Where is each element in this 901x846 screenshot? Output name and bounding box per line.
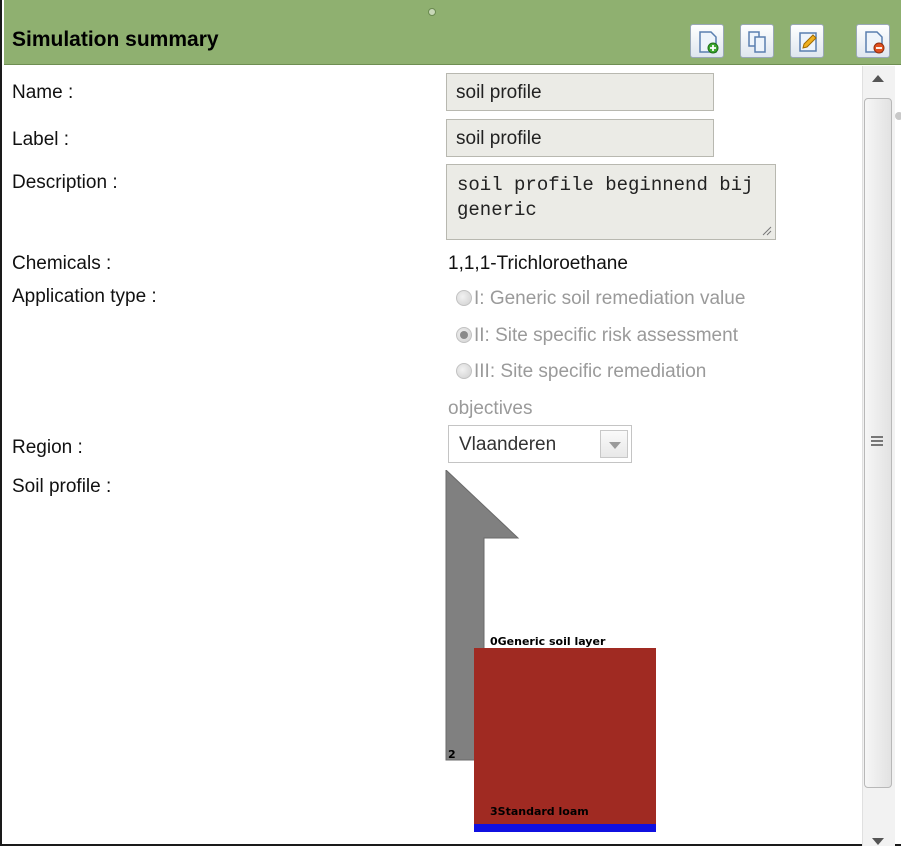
side-handle-icon[interactable]: [895, 112, 901, 120]
water-layer: [474, 824, 656, 832]
label-label: Label :: [12, 129, 70, 150]
scroll-up-icon[interactable]: [872, 75, 884, 82]
resize-handle-icon[interactable]: [428, 8, 436, 16]
region-selected-value: Vlaanderen: [459, 434, 557, 455]
bottom-layer-label: 3Standard loam: [490, 805, 589, 818]
soil-layer: [474, 648, 656, 824]
chemicals-label: Chemicals :: [12, 253, 112, 274]
scroll-down-icon[interactable]: [872, 838, 884, 845]
application-option-site-risk[interactable]: II: Site specific risk assessment: [456, 325, 738, 347]
region-label: Region :: [12, 437, 83, 458]
radio-label-continuation: objectives: [448, 398, 533, 419]
simulation-summary-panel: Simulation summary Name: soil profile L…: [0, 0, 901, 846]
radio-label: II: Site specific risk assessment: [474, 325, 738, 346]
description-textarea[interactable]: soil profile beginnend bij generic: [446, 164, 776, 240]
application-type-label: Application type :: [12, 286, 157, 307]
edit-button[interactable]: [790, 24, 824, 58]
chemicals-value: 1,1,1-Trichloroethane: [448, 253, 628, 274]
edit-document-icon: [799, 32, 817, 52]
radio-label: III: Site specific remediation: [474, 361, 707, 382]
delete-button[interactable]: [856, 24, 890, 58]
delete-document-icon: [865, 31, 885, 54]
add-document-icon: [699, 31, 719, 54]
region-select[interactable]: Vlaanderen: [448, 425, 632, 463]
soil-profile-diagram: 0Generic soil layer 2 3Standard loam: [445, 470, 656, 832]
name-field[interactable]: soil profile: [446, 73, 714, 111]
soil-profile-label: Soil profile :: [12, 476, 112, 497]
application-option-site-remediation[interactable]: III: Site specific remediation: [456, 361, 706, 383]
add-button[interactable]: [690, 24, 724, 58]
description-text: soil profile beginnend bij generic: [457, 174, 754, 221]
radio-button[interactable]: [456, 290, 472, 306]
summary-form: Name : soil profile Label : soil profile…: [4, 65, 862, 846]
application-option-generic[interactable]: I: Generic soil remediation value: [456, 288, 745, 310]
resize-grip-icon[interactable]: [762, 226, 772, 236]
name-label: Name :: [12, 82, 74, 103]
panel-title: Simulation summary: [12, 28, 219, 51]
scrollbar-grip-icon: [871, 436, 883, 448]
top-layer-label: 0Generic soil layer: [490, 635, 606, 648]
radio-button[interactable]: [456, 363, 472, 379]
chevron-down-icon[interactable]: [600, 430, 628, 458]
label-field[interactable]: soil profile: [446, 119, 714, 157]
copy-button[interactable]: [740, 24, 774, 58]
copy-document-icon: [748, 31, 766, 53]
description-label: Description :: [12, 172, 118, 193]
radio-button-selected[interactable]: [456, 327, 472, 343]
groundwater-depth-label: 2: [448, 748, 456, 761]
panel-header: Simulation summary: [4, 0, 901, 65]
radio-label: I: Generic soil remediation value: [474, 288, 746, 309]
